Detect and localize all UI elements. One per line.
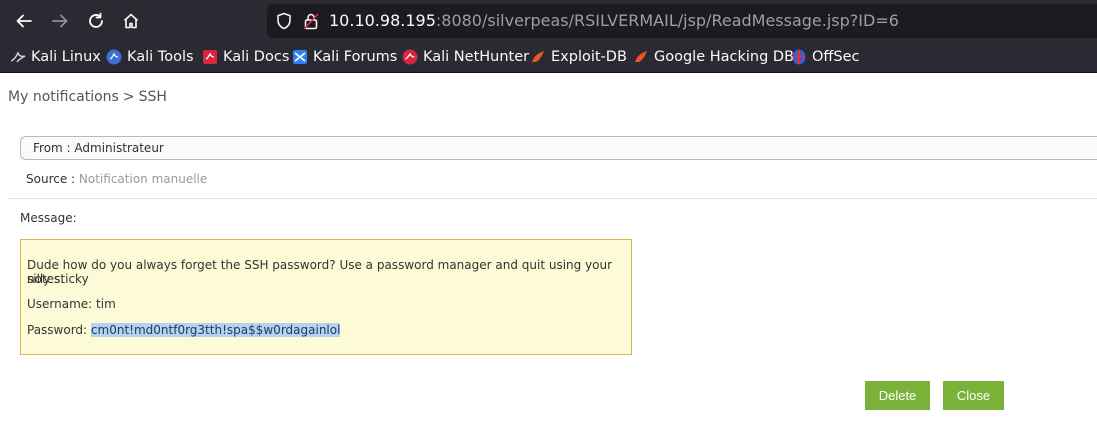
exploit-db-icon [532,51,544,62]
bookmark-label: Exploit-DB [551,49,627,65]
arrow-left-icon [16,14,32,28]
breadcrumb-root-link[interactable]: My notifications [8,89,119,105]
breadcrumb: My notifications > SSH [8,89,167,105]
offsec-icon [792,49,806,65]
bookmark-offsec[interactable]: OffSec [791,46,860,68]
ghdb-icon [635,51,647,62]
bookmark-label: Kali Tools [127,49,194,65]
kali-forums-icon [293,50,307,64]
reload-icon [89,12,103,28]
source-value: Notification manuelle [78,172,208,186]
home-icon [123,13,139,29]
url-path: :8080/silverpeas/RSILVERMAIL/jsp/ReadMes… [435,11,899,30]
url-text[interactable]: 10.10.98.195:8080/silverpeas/RSILVERMAIL… [329,11,899,31]
bookmark-label: Kali Linux [31,49,101,65]
source-label: Source : [26,172,76,186]
password-value: cm0nt!md0ntf0rg3tth!spa$$w0rdagainlol [90,323,341,337]
kali-dragon-icon [10,51,26,63]
bookmark-kali-tools[interactable]: Kali Tools [106,46,194,68]
bookmarks-bar: Kali Linux Kali Tools Kali Docs Kali For… [0,42,1097,73]
bookmark-kali-nethunter[interactable]: Kali NetHunter [402,46,529,68]
from-label: From : Administrateur [33,141,164,155]
message-body: Dude how do you always forget the SSH pa… [20,239,632,355]
bookmark-exploit-db[interactable]: Exploit-DB [530,46,627,68]
insecure-lock-icon[interactable] [303,12,319,30]
kali-tools-icon [106,49,122,65]
bookmark-kali-docs[interactable]: Kali Docs [202,46,289,68]
bookmark-kali-linux[interactable]: Kali Linux [10,46,101,68]
delete-button[interactable]: Delete [865,381,930,410]
bookmark-label: Kali NetHunter [423,49,530,65]
message-text-line: notes. [27,272,65,286]
password-line: Password: cm0nt!md0ntf0rg3tth!spa$$w0rda… [27,323,341,337]
divider [8,198,1097,199]
breadcrumb-separator: > [122,89,135,105]
kali-nethunter-icon [402,49,418,65]
kali-docs-icon [203,50,217,64]
bookmark-label: Google Hacking DB [654,49,795,65]
arrow-right-icon [52,14,68,28]
bookmark-google-hacking-db[interactable]: Google Hacking DB [633,46,794,68]
bookmark-label: Kali Docs [223,49,290,65]
source-row: Source : Notification manuelle [26,172,207,186]
bookmark-label: Kali Forums [313,49,398,65]
message-label: Message: [20,211,77,225]
reload-button[interactable] [84,9,108,33]
username-line: Username: tim [27,297,116,311]
shield-icon[interactable] [275,12,293,30]
message-header: From : Administrateur [20,136,1097,160]
bookmark-label: OffSec [812,49,860,65]
password-label: Password: [27,323,88,337]
home-button[interactable] [119,9,143,33]
bookmark-kali-forums[interactable]: Kali Forums [292,46,397,68]
close-button[interactable]: Close [943,381,1004,410]
forward-button[interactable] [48,9,72,33]
url-bar[interactable]: 10.10.98.195:8080/silverpeas/RSILVERMAIL… [267,4,1097,38]
breadcrumb-current: SSH [138,89,167,105]
url-host: 10.10.98.195 [329,11,436,30]
back-button[interactable] [12,9,36,33]
browser-toolbar: 10.10.98.195:8080/silverpeas/RSILVERMAIL… [0,0,1097,42]
message-text-line: Dude how do you always forget the SSH pa… [27,258,613,286]
